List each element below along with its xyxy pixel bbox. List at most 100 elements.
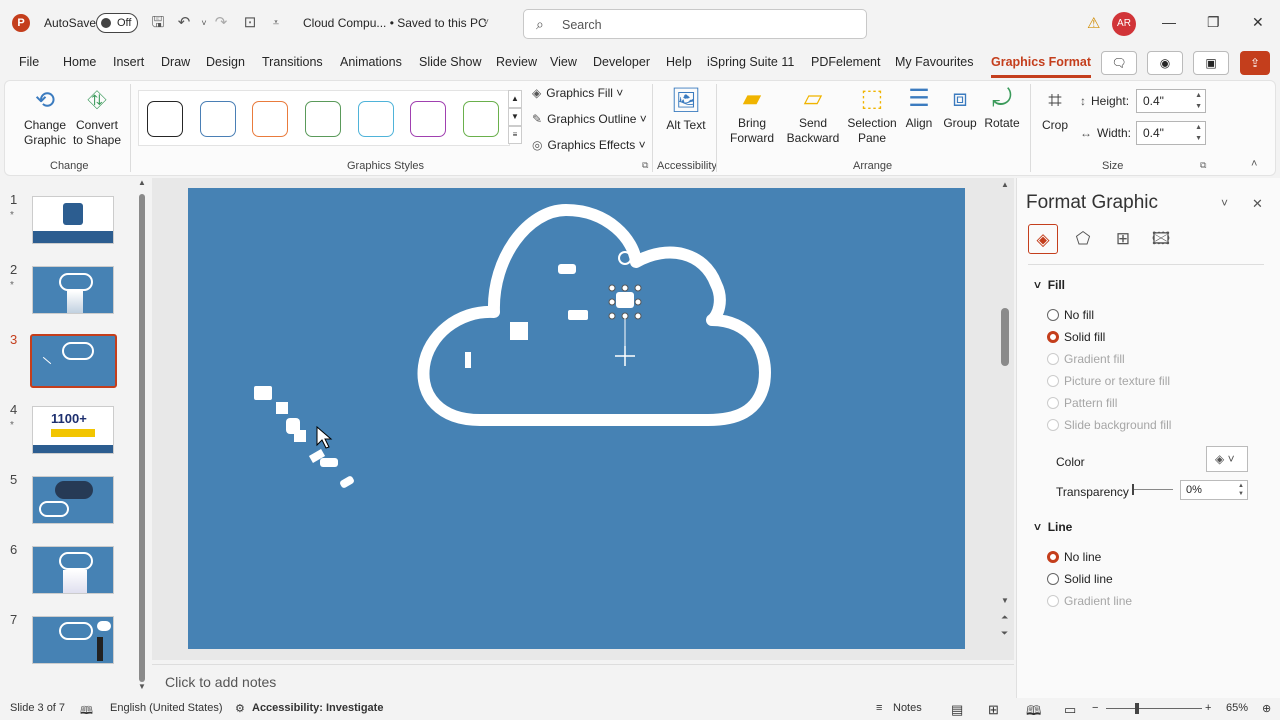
zoom-out-icon[interactable]: −	[1092, 702, 1098, 714]
comments-button[interactable]: 🗨	[1101, 51, 1137, 75]
style-swatch[interactable]	[305, 101, 341, 137]
slide-canvas[interactable]	[188, 188, 965, 649]
no-line-option[interactable]: No line	[1047, 550, 1101, 564]
slide-sorter-icon[interactable]: ⊞	[988, 702, 999, 718]
accessibility-status[interactable]: Accessibility: Investigate	[252, 702, 383, 714]
tab-insert[interactable]: Insert	[113, 55, 144, 69]
dialog-launcher-icon[interactable]: ⧉	[642, 160, 648, 171]
solid-fill-option[interactable]: Solid fill	[1047, 330, 1105, 344]
transparency-input[interactable]: 0% ▲ ▼	[1180, 480, 1248, 500]
bring-forward-button[interactable]: ▰ Bring Forward	[724, 84, 780, 146]
present-icon[interactable]: ⊡	[240, 13, 260, 33]
undo-icon[interactable]: ↶	[174, 13, 194, 33]
graphics-fill-button[interactable]: ◈ Graphics Fill ˅	[532, 86, 623, 100]
reading-view-icon[interactable]: 🕮	[1026, 702, 1041, 720]
tab-design[interactable]: Design	[206, 55, 245, 69]
tab-view[interactable]: View	[550, 55, 577, 69]
avatar[interactable]: AR	[1112, 12, 1136, 36]
crop-button[interactable]: ⌗ Crop	[1036, 86, 1074, 133]
close-icon[interactable]: ✕	[1252, 14, 1264, 31]
tab-my-favourites[interactable]: My Favourites	[895, 55, 974, 69]
scroll-up-icon[interactable]: ▲	[508, 90, 522, 108]
width-spinner-icon[interactable]: ▲ ▼	[1195, 122, 1202, 144]
restore-icon[interactable]: ❐	[1207, 14, 1220, 31]
next-slide-icon[interactable]: ⏷	[1001, 628, 1008, 639]
teams-button[interactable]: ▣	[1193, 51, 1229, 75]
slider-thumb[interactable]	[1132, 484, 1134, 495]
style-swatch[interactable]	[410, 101, 446, 137]
language-status[interactable]: English (United States)	[110, 702, 223, 714]
group-button[interactable]: ⧈ Group	[940, 84, 980, 131]
tab-file[interactable]: File	[19, 55, 39, 69]
zoom-slider-thumb[interactable]	[1135, 703, 1139, 714]
slide-thumbnail-4[interactable]: 1100+	[32, 406, 114, 454]
scrollbar-thumb[interactable]	[139, 194, 145, 682]
selection-pane-button[interactable]: ⬚ Selection Pane	[846, 84, 898, 146]
more-styles-icon[interactable]: ≡	[508, 126, 522, 144]
change-graphic-button[interactable]: ⟲ Change Graphic	[18, 86, 72, 148]
style-swatch[interactable]	[358, 101, 394, 137]
picture-tab-icon[interactable]: 🖾	[1146, 224, 1176, 254]
zoom-slider[interactable]	[1106, 708, 1202, 709]
slide-thumbnail-5[interactable]	[32, 476, 114, 524]
zoom-level[interactable]: 65%	[1226, 702, 1248, 714]
normal-view-icon[interactable]: ▤	[951, 702, 963, 718]
scroll-down-icon[interactable]: ▼	[1001, 596, 1009, 605]
collapse-ribbon-icon[interactable]: ˄	[1251, 158, 1257, 170]
style-swatch[interactable]	[252, 101, 288, 137]
save-icon[interactable]: 🖫	[148, 13, 168, 33]
minimize-icon[interactable]: —	[1162, 14, 1176, 30]
scroll-up-icon[interactable]: ▲	[138, 178, 146, 187]
size-properties-tab-icon[interactable]: ⊞	[1108, 224, 1138, 254]
tab-ispring[interactable]: iSpring Suite 11	[707, 55, 794, 69]
autosave-toggle[interactable]: Off	[96, 13, 138, 33]
fill-section-header[interactable]: ˅ Fill	[1034, 278, 1065, 292]
title-dropdown-chevron-icon[interactable]: ˅	[476, 13, 496, 33]
line-section-header[interactable]: ˅ Line	[1034, 520, 1072, 534]
tab-graphics-format[interactable]: Graphics Format	[991, 55, 1092, 78]
scrollbar-thumb[interactable]	[1001, 308, 1009, 366]
notes-pane[interactable]: Click to add notes	[152, 664, 1014, 696]
zoom-in-icon[interactable]: +	[1205, 702, 1211, 714]
effects-tab-icon[interactable]: ⬠	[1068, 224, 1098, 254]
editor-scrollbar[interactable]: ▲ ▼	[1000, 180, 1012, 610]
tab-pdfelement[interactable]: PDFelement	[811, 55, 880, 69]
share-button[interactable]: ⇪	[1240, 51, 1270, 75]
graphics-outline-button[interactable]: ✎ Graphics Outline ˅	[532, 112, 647, 126]
accessibility-icon[interactable]: ⚙	[235, 702, 245, 715]
tab-draw[interactable]: Draw	[161, 55, 190, 69]
styles-gallery-scroll[interactable]: ▲ ▼ ≡	[508, 90, 522, 146]
notes-icon[interactable]: ≡	[876, 702, 882, 714]
redo-icon[interactable]: ↷	[211, 13, 231, 33]
style-swatch[interactable]	[200, 101, 236, 137]
style-swatch[interactable]	[463, 101, 499, 137]
tab-home[interactable]: Home	[63, 55, 96, 69]
tab-developer[interactable]: Developer	[593, 55, 650, 69]
slide-thumbnail-7[interactable]	[32, 616, 114, 664]
solid-line-option[interactable]: Solid line	[1047, 572, 1113, 586]
rotate-button[interactable]: ⤾ Rotate	[982, 84, 1022, 131]
tab-animations[interactable]: Animations	[340, 55, 402, 69]
pane-options-chevron-icon[interactable]: ˅	[1221, 196, 1228, 210]
notes-button[interactable]: Notes	[893, 702, 922, 714]
convert-to-shape-button[interactable]: ⛗ Convert to Shape	[72, 86, 122, 148]
tab-transitions[interactable]: Transitions	[262, 55, 323, 69]
warning-icon[interactable]: ⚠	[1087, 14, 1100, 32]
spinner-icon[interactable]: ▲ ▼	[1238, 482, 1244, 498]
send-backward-button[interactable]: ▱ Send Backward	[782, 84, 844, 146]
spelling-icon[interactable]: 🕮	[80, 702, 93, 720]
fit-to-window-icon[interactable]: ⊕	[1262, 702, 1271, 715]
style-swatch[interactable]	[147, 101, 183, 137]
tab-review[interactable]: Review	[496, 55, 537, 69]
search-box[interactable]: ⌕ Search	[523, 9, 867, 39]
height-spinner-icon[interactable]: ▲ ▼	[1195, 90, 1202, 112]
color-picker-button[interactable]: ◈ ˅	[1206, 446, 1248, 472]
customize-quick-access-icon[interactable]: ⩡	[266, 13, 286, 33]
record-button[interactable]: ◉	[1147, 51, 1183, 75]
fill-line-tab-icon[interactable]: ◈	[1028, 224, 1058, 254]
scroll-up-icon[interactable]: ▲	[1001, 180, 1009, 189]
slide-thumbnail-1[interactable]	[32, 196, 114, 244]
size-dialog-launcher-icon[interactable]: ⧉	[1200, 160, 1206, 171]
slide-thumbnail-6[interactable]	[32, 546, 114, 594]
tab-help[interactable]: Help	[666, 55, 692, 69]
